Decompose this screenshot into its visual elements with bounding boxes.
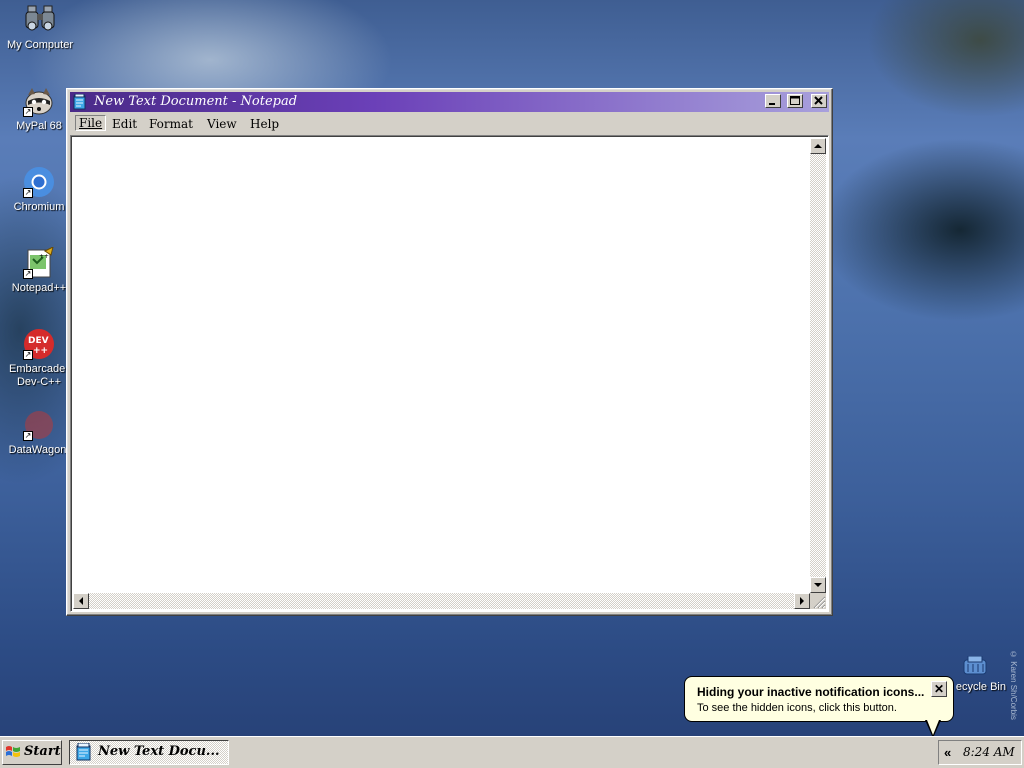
close-button[interactable] <box>811 94 827 108</box>
wallpaper-credit: © Karen Sh/Corbis <box>1009 650 1018 720</box>
size-grip-icon[interactable] <box>810 593 826 609</box>
balloon-title: Hiding your inactive notification icons.… <box>697 685 925 699</box>
taskbar: Start New Text Docu... « 8:24 AM <box>0 736 1024 768</box>
svg-text:++: ++ <box>39 253 49 260</box>
recycle-bin-icon <box>960 655 990 678</box>
datawagon-icon: ↗ <box>23 409 55 441</box>
start-button[interactable]: Start <box>2 740 62 765</box>
text-editor[interactable] <box>70 135 829 612</box>
horizontal-scrollbar[interactable] <box>73 593 810 609</box>
clock[interactable]: 8:24 AM <box>963 745 1015 759</box>
notepad-window: New Text Document - Notepad File Edit Fo… <box>66 88 833 616</box>
notepad-icon <box>73 93 87 110</box>
balloon-text: To see the hidden icons, click this butt… <box>697 702 897 714</box>
menu-view[interactable]: View <box>207 117 237 131</box>
shortcut-arrow-icon: ↗ <box>23 269 33 279</box>
notepadpp-icon: ++ ↗ <box>23 246 55 279</box>
show-hidden-icons-button[interactable]: « <box>944 745 951 760</box>
chromium-icon: ↗ <box>23 166 55 198</box>
desktop-icon-my-computer[interactable]: My Computer <box>1 4 79 52</box>
scroll-down-button[interactable] <box>810 577 826 593</box>
notepad-icon <box>76 743 91 761</box>
devcpp-icon: DEV ++ ↗ <box>23 328 55 360</box>
vertical-scrollbar[interactable] <box>810 138 826 593</box>
menu-file[interactable]: File <box>75 115 107 131</box>
desktop-icon-label: My Computer <box>6 39 74 51</box>
shortcut-arrow-icon: ↗ <box>23 350 33 360</box>
balloon-tail-fill <box>927 720 939 735</box>
menu-help[interactable]: Help <box>250 117 279 131</box>
taskbar-button-notepad[interactable]: New Text Docu... <box>69 740 229 765</box>
shortcut-arrow-icon: ↗ <box>23 188 33 198</box>
system-tray: « 8:24 AM <box>938 740 1022 765</box>
scroll-up-button[interactable] <box>810 138 826 154</box>
svg-text:++: ++ <box>33 346 48 356</box>
minimize-button[interactable] <box>765 94 781 108</box>
balloon-close-button[interactable]: ✕ <box>931 681 947 697</box>
shortcut-arrow-icon: ↗ <box>23 107 33 117</box>
menu-edit[interactable]: Edit <box>112 117 137 131</box>
menu-format[interactable]: Format <box>149 117 193 131</box>
menu-bar: File Edit Format View Help <box>70 114 829 134</box>
scroll-right-button[interactable] <box>794 593 810 609</box>
binoculars-icon <box>24 4 56 36</box>
notification-balloon: Hiding your inactive notification icons.… <box>684 676 954 722</box>
maximize-button[interactable] <box>787 94 803 108</box>
raccoon-icon: ↗ <box>23 85 55 117</box>
start-label: Start <box>24 744 61 759</box>
taskbar-button-label: New Text Docu... <box>98 744 220 759</box>
title-bar[interactable]: New Text Document - Notepad <box>70 92 829 112</box>
scroll-left-button[interactable] <box>73 593 89 609</box>
windows-logo-icon <box>6 746 20 757</box>
shortcut-arrow-icon: ↗ <box>23 431 33 441</box>
window-title: New Text Document - Notepad <box>94 94 298 109</box>
svg-text:DEV: DEV <box>28 336 49 346</box>
